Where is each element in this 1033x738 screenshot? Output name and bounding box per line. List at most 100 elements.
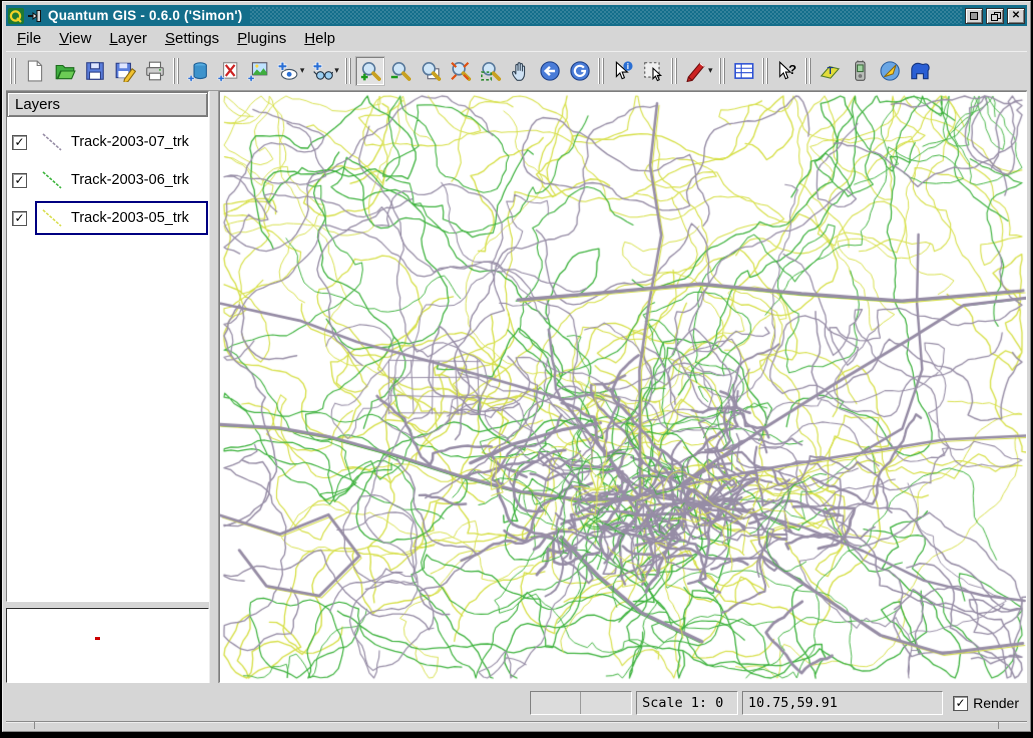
layer-item-track-2003-07_trk[interactable]: ✓ Track-2003-07_trk: [7, 123, 208, 161]
layer-visibility-checkbox[interactable]: ✓: [12, 173, 27, 188]
gps-tools-button[interactable]: ▾: [309, 57, 342, 85]
menu-item-help[interactable]: Help: [295, 28, 344, 50]
window-resize-strip[interactable]: [6, 721, 1027, 729]
menu-item-layer[interactable]: Layer: [100, 28, 156, 50]
file-new-icon: [24, 60, 46, 82]
capture-tool-button[interactable]: ▾: [682, 57, 715, 85]
menu-item-plugins[interactable]: Plugins: [228, 28, 295, 50]
add-vector-layer-button[interactable]: [214, 57, 242, 85]
toolbar-handle-digitize[interactable]: [671, 58, 679, 84]
render-checkbox[interactable]: ✓: [953, 696, 968, 711]
attribute-table-icon: [733, 60, 755, 82]
pan-map-button[interactable]: [506, 57, 534, 85]
layer-entry[interactable]: Track-2003-06_trk: [35, 163, 208, 197]
mapserver-export-button[interactable]: [906, 57, 934, 85]
scale-display: Scale 1: 0: [636, 691, 738, 715]
zoom-full-extent-button[interactable]: [416, 57, 444, 85]
new-project-button[interactable]: [21, 57, 49, 85]
layer-entry[interactable]: Track-2003-05_trk: [35, 201, 208, 235]
geo-plugin-button[interactable]: [876, 57, 904, 85]
layers-panel-header[interactable]: Layers: [7, 92, 208, 117]
layers-panel: Layers ✓ Track-2003-07_trk ✓ Track-2003-06_…: [6, 91, 209, 602]
zoom-to-selection-button[interactable]: [446, 57, 474, 85]
menu-item-file[interactable]: File: [8, 28, 50, 50]
layer-entry[interactable]: Track-2003-07_trk: [35, 125, 208, 159]
resize-notch-right: [998, 722, 999, 729]
folder-open-icon: [54, 60, 76, 82]
overview-extent-marker: [95, 637, 100, 640]
layer-line-swatch: [39, 207, 65, 229]
toolbar-handle-navigation[interactable]: [345, 58, 353, 84]
progress-bar: [530, 691, 632, 715]
add-raster-layer-button[interactable]: [244, 57, 272, 85]
print-icon: [144, 60, 166, 82]
zoom-out-icon: [389, 60, 411, 82]
zoom-previous-button[interactable]: [536, 57, 564, 85]
main-content: Layers ✓ Track-2003-07_trk ✓ Track-2003-06_…: [6, 91, 1027, 683]
new-vector-layer-button[interactable]: ▾: [274, 57, 307, 85]
map-canvas[interactable]: [220, 92, 1026, 682]
open-attribute-table-button[interactable]: [730, 57, 758, 85]
pan-icon: [509, 60, 531, 82]
zoom-last-button[interactable]: [476, 57, 504, 85]
zoom-out-button[interactable]: [386, 57, 414, 85]
map-canvas-container: [219, 91, 1027, 683]
zoom-in-button[interactable]: [356, 57, 384, 85]
qgis-main-window: Quantum GIS - 0.6.0 ('Simon') ✕ FileView…: [2, 1, 1031, 732]
toolbar-handle-table[interactable]: [719, 58, 727, 84]
toolbar-handle-plugins[interactable]: [805, 58, 813, 84]
dropdown-arrow-icon[interactable]: ▾: [300, 65, 305, 76]
add-postgis-layer-icon: [187, 60, 209, 82]
toolbar-handle-info[interactable]: [598, 58, 606, 84]
save-project-as-button[interactable]: [111, 57, 139, 85]
layer-label[interactable]: Track-2003-05_trk: [71, 210, 189, 226]
layer-item-track-2003-05_trk[interactable]: ✓ Track-2003-05_trk: [7, 199, 208, 237]
zoom-full-icon: [419, 60, 441, 82]
map-overview-panel[interactable]: [6, 608, 209, 683]
whats-this-help-button[interactable]: ?: [773, 57, 801, 85]
add-postgis-layer-button[interactable]: [184, 57, 212, 85]
identify-icon: i: [612, 60, 634, 82]
minimize-button[interactable]: [965, 8, 983, 24]
svg-text:T: T: [827, 65, 833, 76]
open-project-button[interactable]: [51, 57, 79, 85]
print-button[interactable]: [141, 57, 169, 85]
main-toolbar: ▾ ▾ i ▾? T: [6, 52, 1027, 91]
title-bar[interactable]: Quantum GIS - 0.6.0 ('Simon') ✕: [6, 5, 1027, 26]
layer-label[interactable]: Track-2003-07_trk: [71, 134, 189, 150]
layer-visibility-checkbox[interactable]: ✓: [12, 135, 27, 150]
compass-dart-icon: [879, 60, 901, 82]
gps-importer-button[interactable]: [846, 57, 874, 85]
menu-item-view[interactable]: View: [50, 28, 100, 50]
save-project-button[interactable]: [81, 57, 109, 85]
dropdown-arrow-icon[interactable]: ▾: [708, 65, 713, 76]
label-tool-button[interactable]: T: [816, 57, 844, 85]
toolbar-handle-layers[interactable]: [173, 58, 181, 84]
layer-item-track-2003-06_trk[interactable]: ✓ Track-2003-06_trk: [7, 161, 208, 199]
add-raster-layer-icon: [247, 60, 269, 82]
svg-text:i: i: [627, 62, 629, 71]
capture-pencil-icon: [684, 60, 706, 82]
select-icon: [642, 60, 664, 82]
pin-icon[interactable]: [27, 9, 43, 23]
zoom-selected-icon: [449, 60, 471, 82]
save-icon: [84, 60, 106, 82]
close-icon: ✕: [1012, 10, 1020, 21]
layers-list: ✓ Track-2003-07_trk ✓ Track-2003-06_trk ✓ Tra…: [7, 117, 208, 601]
close-button[interactable]: ✕: [1007, 8, 1025, 24]
resize-notch-left: [34, 722, 35, 729]
select-features-button[interactable]: [639, 57, 667, 85]
toolbar-handle-file[interactable]: [10, 58, 18, 84]
menu-item-settings[interactable]: Settings: [156, 28, 228, 50]
toolbar-handle-help[interactable]: [762, 58, 770, 84]
maximize-button[interactable]: [986, 8, 1004, 24]
vertical-splitter[interactable]: [209, 91, 219, 683]
maximize-icon: [991, 12, 1000, 20]
render-toggle[interactable]: ✓ Render: [947, 691, 1023, 715]
dropdown-arrow-icon[interactable]: ▾: [335, 65, 340, 76]
layer-label[interactable]: Track-2003-06_trk: [71, 172, 189, 188]
layer-visibility-checkbox[interactable]: ✓: [12, 211, 27, 226]
refresh-map-button[interactable]: [566, 57, 594, 85]
nav-back-icon: [539, 60, 561, 82]
identify-features-button[interactable]: i: [609, 57, 637, 85]
